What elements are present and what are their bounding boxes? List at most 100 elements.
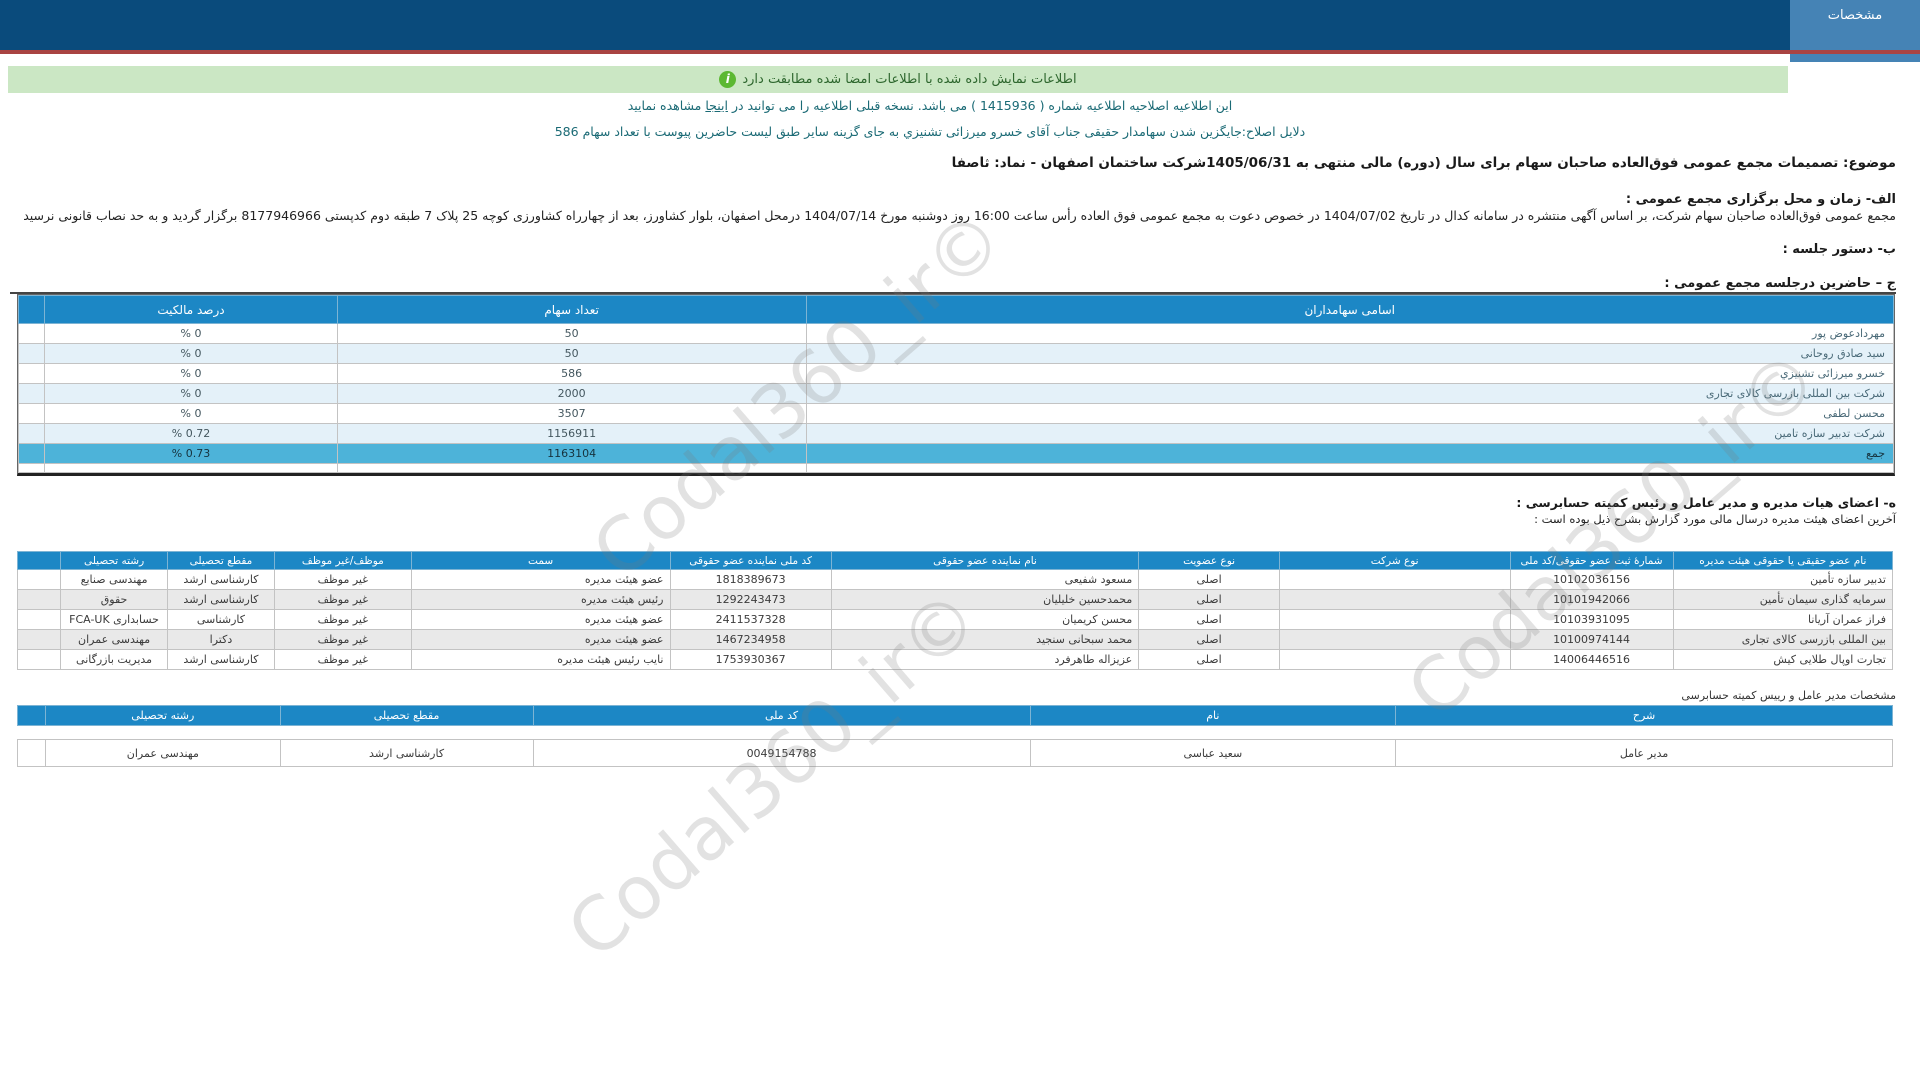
column-header-empty	[16, 551, 62, 570]
board-table: نام عضو حقیقی یا حقوقی هیئت مدیره شمارهٔ…	[16, 551, 1894, 670]
table-row: شرکت تدبیر سازه تامین 1156911 % 0.72	[17, 423, 1894, 444]
table-row: بین المللی بازرسی کالای تجاری 1010097414…	[16, 629, 1894, 650]
table-row: سرمایه گذاری سیمان تأمین 10101942066 اصل…	[16, 589, 1894, 610]
table-row: تدبیر سازه تأمین 10102036156 اصلی مسعود …	[16, 569, 1894, 590]
shares-cell: 50	[336, 343, 807, 364]
section-b-title: ب- دستور جلسه :	[1782, 242, 1896, 257]
rep-name-cell: محمدحسین خلیلیان	[830, 589, 1140, 610]
executive-status-cell: غیر موظف	[273, 649, 412, 670]
shareholder-name-cell: شرکت بین المللی بازرسی کالای تجاری	[805, 383, 1894, 404]
membership-type-cell: اصلی	[1138, 569, 1280, 590]
column-header-executive-status: موظف/غیر موظف	[273, 551, 412, 570]
national-id-cell: 0049154788	[532, 739, 1031, 767]
rep-national-id-cell: 1818389673	[669, 569, 832, 590]
reg-number-cell: 10100974144	[1509, 629, 1674, 650]
column-header-shares: تعداد سهام	[336, 295, 807, 324]
ownership-cell: % 0	[44, 343, 338, 364]
ownership-cell: % 0	[44, 363, 338, 384]
column-header-company-type: نوع شرکت	[1278, 551, 1511, 570]
column-header-empty	[16, 705, 47, 726]
shareholder-name-cell: محسن لطفی	[805, 403, 1894, 424]
member-name-cell: بین المللی بازرسی کالای تجاری	[1672, 629, 1894, 650]
executive-status-cell: غیر موظف	[273, 589, 412, 610]
degree-cell: کارشناسی ارشد	[167, 569, 275, 590]
table-row: مدیر عامل سعید عباسی 0049154788 کارشناسی…	[16, 739, 1893, 767]
company-type-cell	[1278, 569, 1511, 590]
total-label-cell: جمع	[805, 443, 1894, 464]
info-icon	[719, 71, 737, 88]
degree-cell: دکترا	[167, 629, 275, 650]
signed-info-bar: اطلاعات نمایش داده شده با اطلاعات امضا ش…	[8, 66, 1788, 93]
degree-cell: کارشناسی	[167, 609, 275, 630]
reg-number-cell: 10103931095	[1509, 609, 1674, 630]
field-cell: مهندسی عمران	[60, 629, 168, 650]
column-header-shareholders: اسامی سهامداران	[805, 295, 1894, 324]
rep-name-cell: عزیزاله طاهرفرد	[830, 649, 1140, 670]
revision-notice: این اطلاعیه اصلاحیه اطلاعیه شماره ( 1415…	[0, 98, 1860, 113]
empty-cell	[16, 629, 62, 650]
executive-status-cell: غیر موظف	[273, 609, 412, 630]
empty-cell	[17, 403, 46, 424]
company-type-cell	[1278, 629, 1511, 650]
shareholder-name-cell: سید صادق روحانی	[805, 343, 1894, 364]
table-row: فراز عمران آریانا 10103931095 اصلی محسن …	[16, 609, 1894, 630]
member-name-cell: فراز عمران آریانا	[1672, 609, 1894, 630]
member-name-cell: سرمایه گذاری سیمان تأمین	[1672, 589, 1894, 610]
member-name-cell: تدبیر سازه تأمین	[1672, 569, 1894, 590]
shares-cell: 2000	[336, 383, 807, 404]
column-header-reg-number: شمارهٔ ثبت عضو حقوقی/کد ملی	[1509, 551, 1674, 570]
empty-cell	[336, 463, 807, 473]
section-e-title: ه- اعضای هیات مدیره و مدیر عامل و رئیس ک…	[1516, 495, 1896, 510]
section-a-title: الف- زمان و محل برگزاری مجمع عمومی :	[1625, 192, 1896, 207]
rep-national-id-cell: 1292243473	[669, 589, 832, 610]
empty-cell	[17, 463, 46, 473]
section-c-title: ج – حاضرین درجلسه مجمع عمومی :	[1664, 276, 1896, 291]
section-a-body: مجمع عمومی فوق‌العاده صاحبان سهام شرکت، …	[23, 208, 1896, 223]
rep-name-cell: محسن کریمیان	[830, 609, 1140, 630]
executive-status-cell: غیر موظف	[273, 629, 412, 650]
degree-cell: کارشناسی ارشد	[167, 649, 275, 670]
empty-cell	[16, 609, 62, 630]
empty-cell	[16, 739, 47, 767]
rep-name-cell: محمد سبحانی سنجید	[830, 629, 1140, 650]
table-row: سید صادق روحانی 50 % 0	[17, 343, 1894, 364]
revision-reason: دلایل اصلاح:جایگزین شدن سهامدار حقیقی جن…	[554, 124, 1306, 139]
membership-type-cell: اصلی	[1138, 629, 1280, 650]
empty-cell	[17, 383, 46, 404]
position-cell: عضو هیئت مدیره	[410, 629, 671, 650]
column-header-name: نام	[1029, 705, 1397, 726]
section-e-subtitle: آخرین اعضای هیئت مدیره درسال مالی مورد گ…	[1534, 512, 1896, 526]
shareholder-name-cell: مهردادعوض پور	[805, 323, 1894, 344]
field-cell: مدیریت بازرگانی	[60, 649, 168, 670]
reg-number-cell: 10101942066	[1509, 589, 1674, 610]
column-header-national-id: کد ملی	[532, 705, 1031, 726]
empty-cell	[17, 323, 46, 344]
previous-version-link[interactable]: اینجا	[705, 98, 728, 113]
total-shares-cell: 1163104	[336, 443, 807, 464]
rep-national-id-cell: 1467234958	[669, 629, 832, 650]
red-divider	[0, 50, 1920, 54]
table-row: مهردادعوض پور 50 % 0	[17, 323, 1894, 344]
position-cell: رئیس هیئت مدیره	[410, 589, 671, 610]
column-header-rep-name: نام نماینده عضو حقوقی	[830, 551, 1140, 570]
table-row: محسن لطفی 3507 % 0	[17, 403, 1894, 424]
rep-national-id-cell: 2411537328	[669, 609, 832, 630]
column-header-field: رشته تحصیلی	[45, 705, 281, 726]
field-cell: مهندسی صنایع	[60, 569, 168, 590]
signed-info-text: اطلاعات نمایش داده شده با اطلاعات امضا ش…	[742, 72, 1077, 87]
empty-cell	[16, 569, 62, 590]
table-row: خسرو میرزائی تشنیزي 586 % 0	[17, 363, 1894, 384]
spacer-row	[17, 463, 1894, 473]
field-cell: حسابداری FCA-UK	[60, 609, 168, 630]
company-type-cell	[1278, 589, 1511, 610]
reg-number-cell: 10102036156	[1509, 569, 1674, 590]
total-row: جمع 1163104 % 0.73	[17, 443, 1894, 464]
ceo-table-header: شرح نام کد ملی مقطع تحصیلی رشته تحصیلی	[16, 705, 1893, 726]
empty-cell	[805, 463, 1894, 473]
reg-number-cell: 14006446516	[1509, 649, 1674, 670]
member-name-cell: تجارت اوپال طلایی کیش	[1672, 649, 1894, 670]
revision-notice-tail: مشاهده نمایید	[627, 98, 706, 113]
shares-cell: 586	[336, 363, 807, 384]
ceo-section-title: مشخصات مدیر عامل و رییس کمیته حسابرسی	[1681, 689, 1896, 702]
empty-cell	[17, 443, 46, 464]
